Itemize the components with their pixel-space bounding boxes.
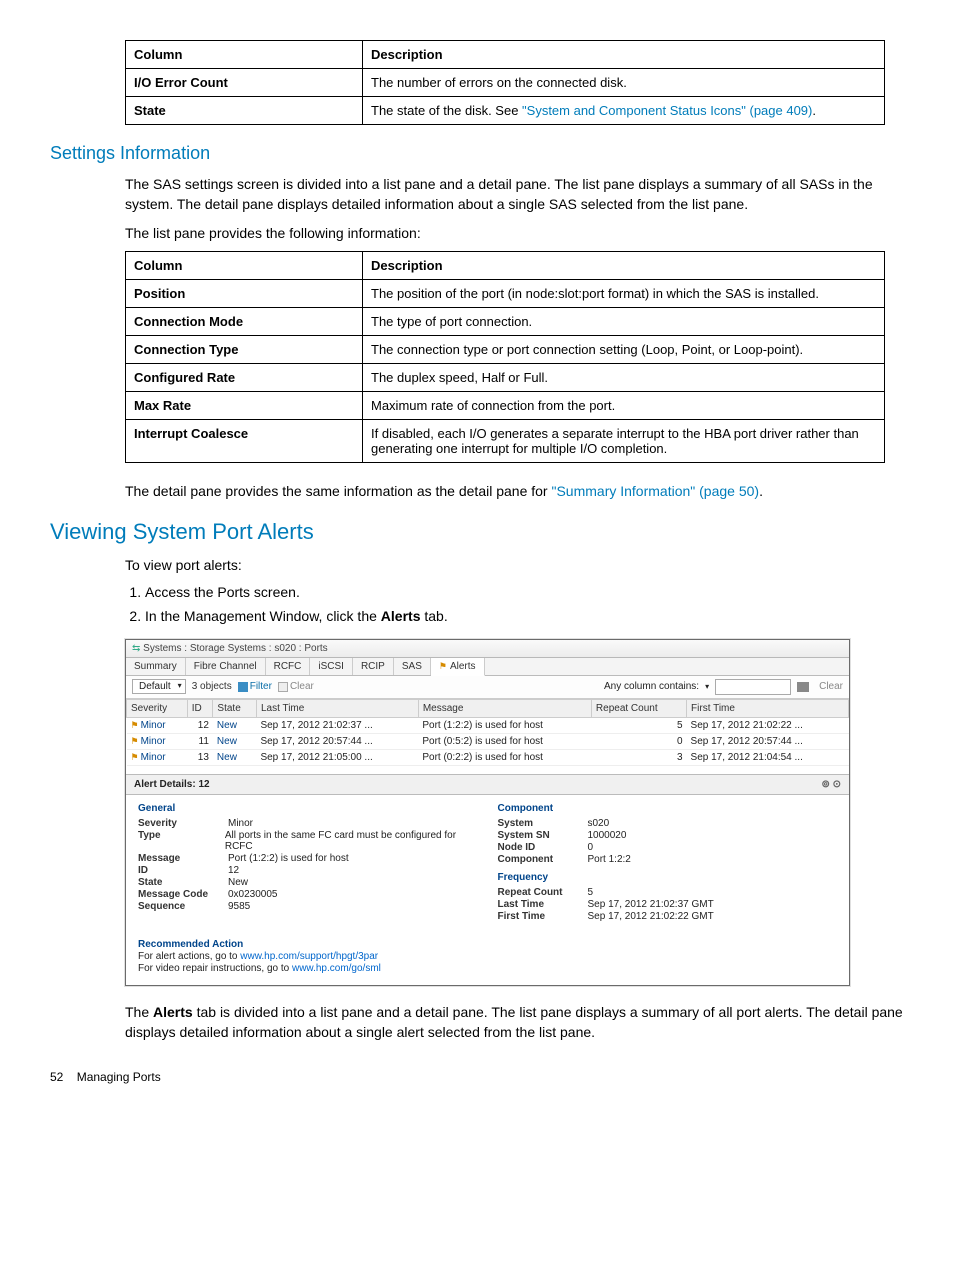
paragraph: The list pane provides the following inf… [125,223,904,243]
details-body: General SeverityMinor TypeAll ports in t… [126,795,849,935]
flag-icon: ⚑ [131,752,139,762]
object-count: 3 objects [192,681,232,692]
link-status-icons[interactable]: "System and Component Status Icons" (pag… [522,103,812,118]
step: In the Management Window, click the Aler… [145,607,904,627]
contains-label: Any column contains: [604,681,699,692]
col-header: Column [126,41,363,69]
steps-list: Access the Ports screen. In the Manageme… [145,583,904,626]
clear-icon [278,682,288,692]
cell: The state of the disk. See "System and C… [363,97,885,125]
tab-summary[interactable]: Summary [126,658,186,675]
recommended-action: Recommended Action For alert actions, go… [126,939,849,985]
table-sas-columns: Column Description PositionThe position … [125,251,885,463]
heading-viewing-port-alerts: Viewing System Port Alerts [50,519,904,545]
cell: Maximum rate of connection from the port… [363,391,885,419]
cell: Max Rate [126,391,363,419]
cell: The connection type or port connection s… [363,335,885,363]
cell: The position of the port (in node:slot:p… [363,279,885,307]
col-id[interactable]: ID [187,699,213,717]
cell: The type of port connection. [363,307,885,335]
cell: Interrupt Coalesce [126,419,363,462]
window-titlebar: ⇆ Systems : Storage Systems : s020 : Por… [126,640,849,658]
flag-icon: ⚑ [131,720,139,730]
group-component: Component [498,803,838,814]
filter-button[interactable]: Filter [238,681,272,692]
filter-input[interactable] [715,679,791,695]
printer-icon[interactable] [797,682,809,692]
tree-icon: ⇆ [132,643,140,654]
flag-icon: ⚑ [131,736,139,746]
link-summary-information[interactable]: "Summary Information" (page 50) [551,483,759,499]
col-repeat-count[interactable]: Repeat Count [591,699,686,717]
col-header: Column [126,251,363,279]
tab-bar: Summary Fibre Channel RCFC iSCSI RCIP SA… [126,658,849,676]
paragraph: The detail pane provides the same inform… [125,481,904,501]
page-footer: 52 Managing Ports [50,1070,904,1084]
toolbar: Default 3 objects Filter Clear Any colum… [126,676,849,699]
screenshot-ports-alerts: ⇆ Systems : Storage Systems : s020 : Por… [125,639,850,986]
col-last-time[interactable]: Last Time [256,699,418,717]
table-row[interactable]: ⚑Minor 12 New Sep 17, 2012 21:02:37 ... … [127,717,849,733]
col-header: Description [363,251,885,279]
filter-icon [238,682,248,692]
paragraph: The SAS settings screen is divided into … [125,174,904,215]
table-row[interactable]: ⚑Minor 11 New Sep 17, 2012 20:57:44 ... … [127,733,849,749]
heading-settings-information: Settings Information [50,143,904,164]
table-row[interactable]: ⚑Minor 13 New Sep 17, 2012 21:05:00 ... … [127,749,849,765]
tab-rcfc[interactable]: RCFC [266,658,311,675]
step: Access the Ports screen. [145,583,904,603]
collapse-icon[interactable]: ⊚ [821,779,829,790]
tab-fibre-channel[interactable]: Fibre Channel [186,658,266,675]
flag-icon: ⚑ [439,661,447,671]
cell: Connection Mode [126,307,363,335]
cell: Position [126,279,363,307]
cell: The number of errors on the connected di… [363,69,885,97]
clear-button[interactable]: Clear [278,681,314,692]
col-first-time[interactable]: First Time [687,699,849,717]
col-state[interactable]: State [213,699,257,717]
paragraph: The Alerts tab is divided into a list pa… [125,1002,904,1043]
cell: State [126,97,363,125]
col-header: Description [363,41,885,69]
tab-alerts[interactable]: ⚑Alerts [431,658,485,676]
expand-icon[interactable]: ⊙ [833,779,841,790]
cell: Connection Type [126,335,363,363]
col-severity[interactable]: Severity [127,699,188,717]
cell: I/O Error Count [126,69,363,97]
group-general: General [138,803,478,814]
link-sml[interactable]: www.hp.com/go/sml [292,963,381,974]
chevron-down-icon[interactable]: ▾ [705,682,709,691]
clear-button-2[interactable]: Clear [819,681,843,692]
table-io-state: Column Description I/O Error Count The n… [125,40,885,125]
col-message[interactable]: Message [418,699,591,717]
alerts-grid: Severity ID State Last Time Message Repe… [126,699,849,766]
view-dropdown[interactable]: Default [132,679,186,694]
link-support[interactable]: www.hp.com/support/hpgt/3par [240,951,378,962]
details-header: Alert Details: 12 ⊚ ⊙ [126,774,849,795]
cell: The duplex speed, Half or Full. [363,363,885,391]
tab-rcip[interactable]: RCIP [353,658,394,675]
paragraph: To view port alerts: [125,555,904,575]
tab-sas[interactable]: SAS [394,658,431,675]
cell: Configured Rate [126,363,363,391]
group-frequency: Frequency [498,872,838,883]
tab-iscsi[interactable]: iSCSI [310,658,353,675]
cell: If disabled, each I/O generates a separa… [363,419,885,462]
